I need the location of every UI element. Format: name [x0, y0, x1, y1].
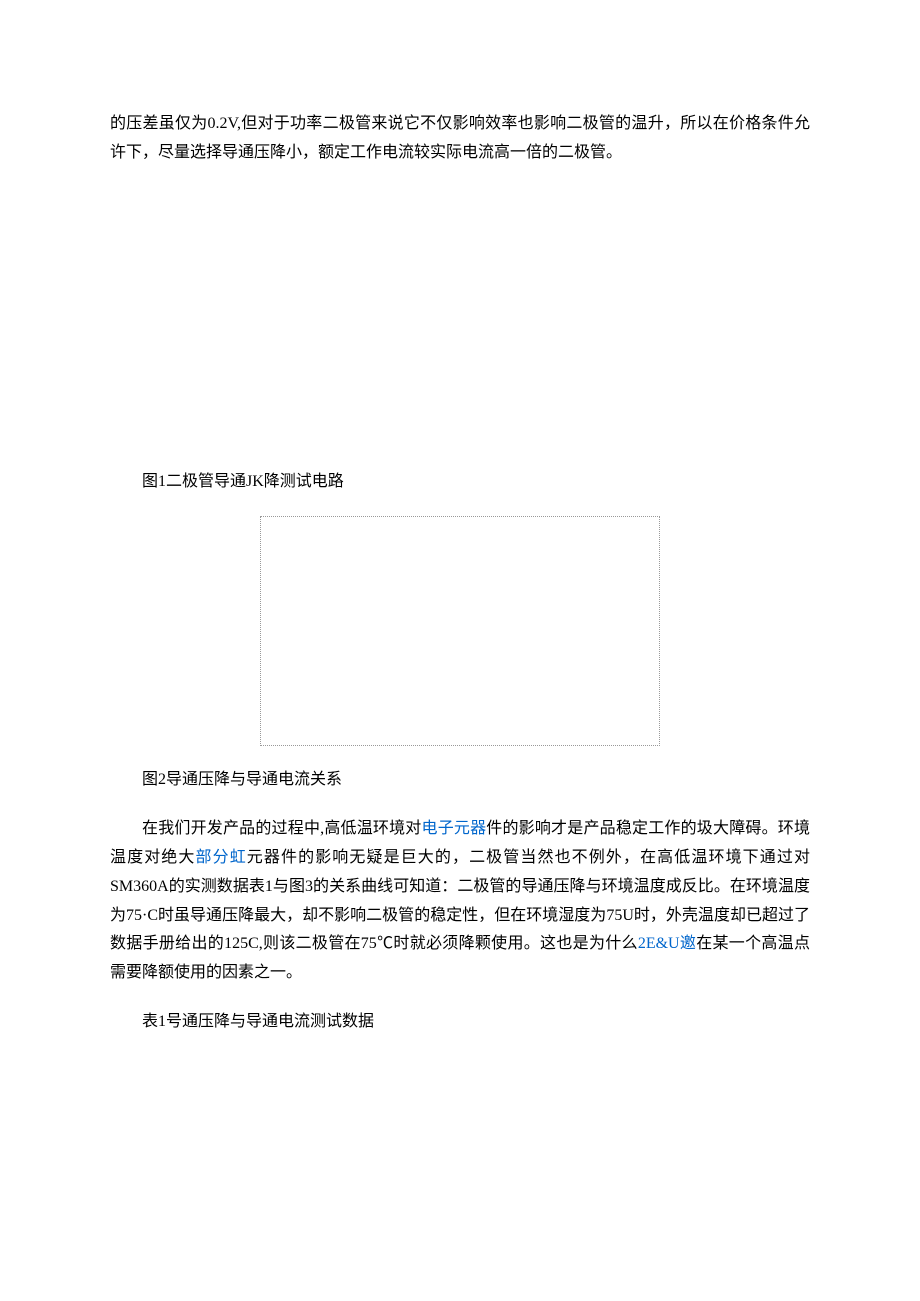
link-electronic-component[interactable]: 电子元器 — [422, 820, 487, 837]
intro-paragraph: 的压差虽仅为0.2V,但对于功率二极管来说它不仅影响效率也影响二极管的温升，所以… — [110, 110, 810, 168]
link-partial[interactable]: 部分虹 — [196, 849, 247, 866]
figure2-caption-text: 图2导通压降与导通电流关系 — [142, 771, 342, 788]
figure2-caption: 图2导通压降与导通电流关系 — [110, 766, 810, 795]
body-part1: 在我们开发产品的过程中,高低温环境对 — [142, 820, 422, 837]
figure1-spacer — [110, 168, 810, 448]
table1-caption-text: 表1号通压降与导通电流测试数据 — [142, 1013, 374, 1030]
table1-caption: 表1号通压降与导通电流测试数据 — [110, 1008, 810, 1037]
figure1-caption-text: 图1二极管导通JK降测试电路 — [142, 473, 344, 490]
link-2eu[interactable]: 2E&U邀 — [638, 935, 696, 952]
figure1-caption: 图1二极管导通JK降测试电路 — [110, 468, 810, 497]
figure2-placeholder — [260, 516, 660, 746]
intro-text: 的压差虽仅为0.2V,但对于功率二极管来说它不仅影响效率也影响二极管的温升，所以… — [110, 115, 810, 161]
body-paragraph: 在我们开发产品的过程中,高低温环境对电子元器件的影响才是产品稳定工作的圾大障碍。… — [110, 815, 810, 988]
